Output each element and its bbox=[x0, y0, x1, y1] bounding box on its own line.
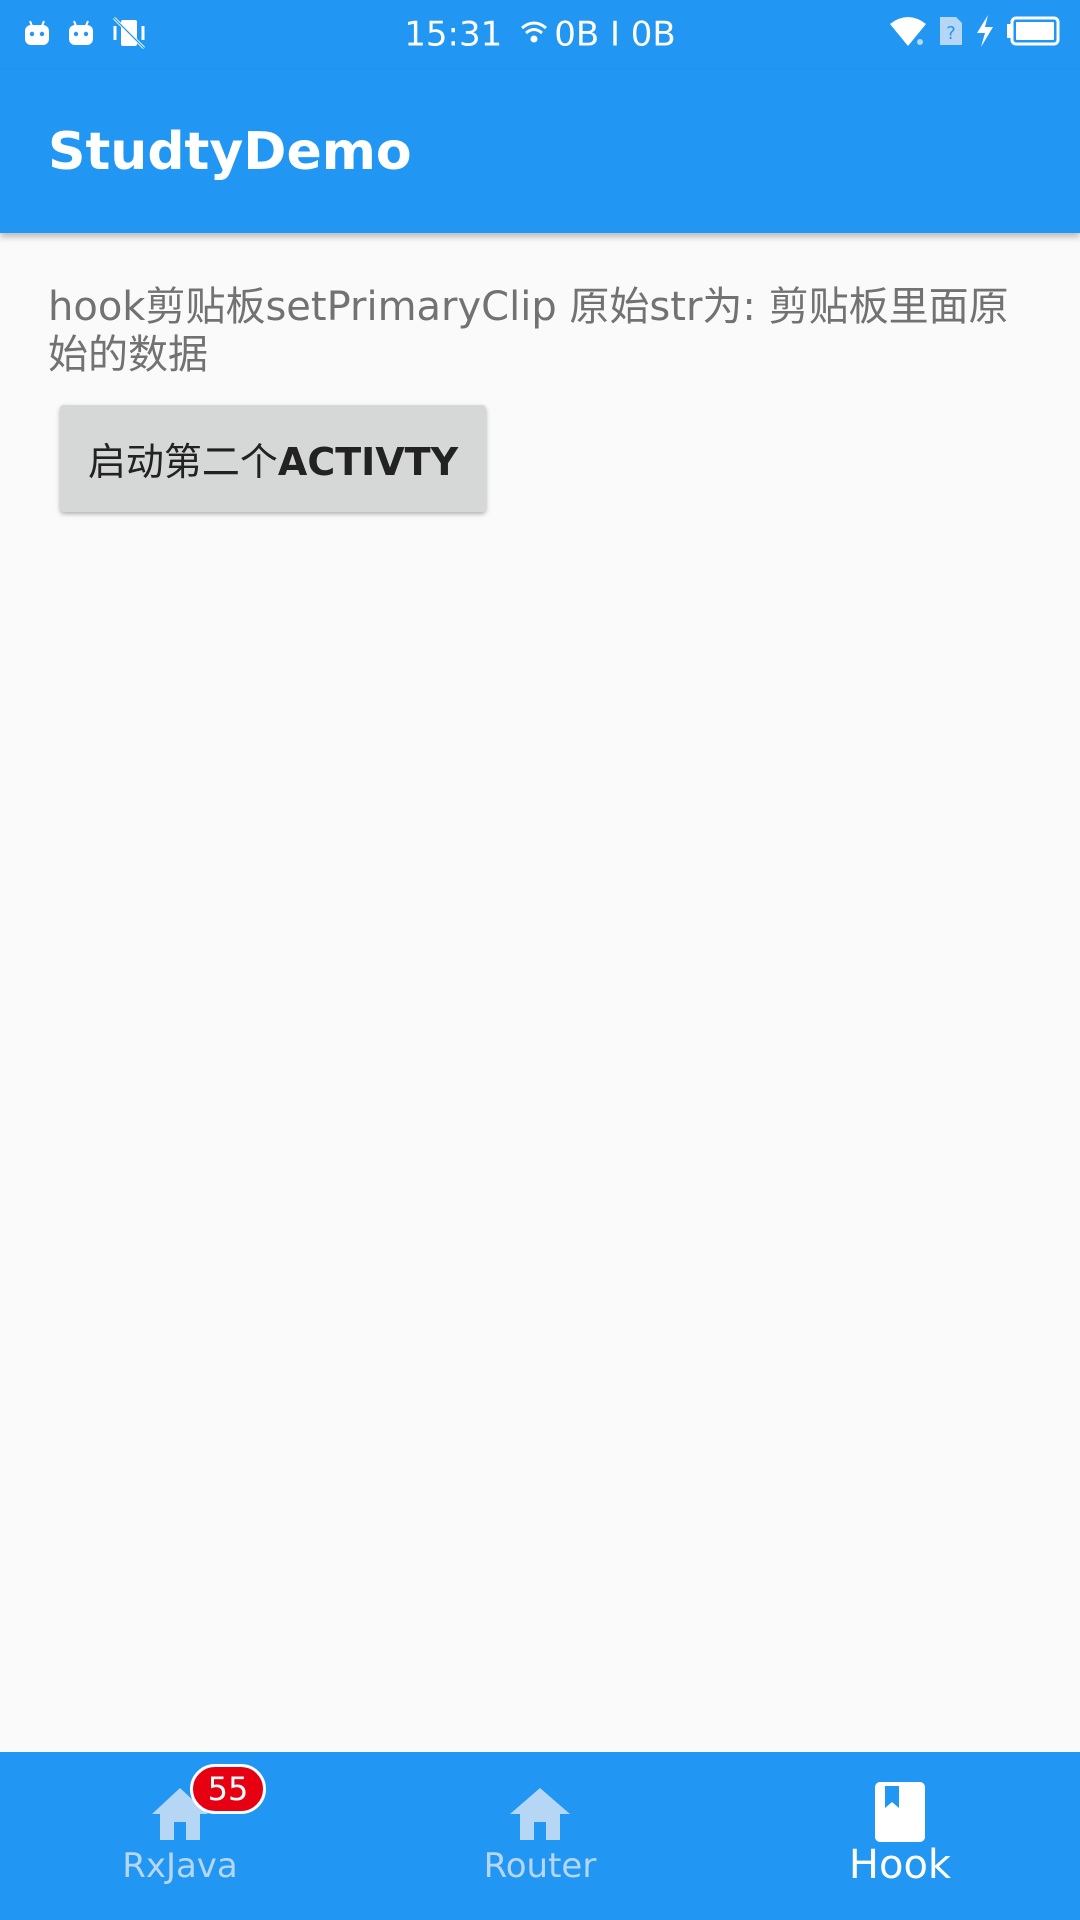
wifi-mini-icon bbox=[520, 10, 548, 58]
nav-item-router[interactable]: Router bbox=[360, 1752, 720, 1920]
charging-icon bbox=[974, 14, 996, 52]
svg-text:?: ? bbox=[946, 23, 956, 44]
start-second-activity-button[interactable]: 启动第二个ACTIVTY bbox=[60, 405, 486, 512]
home-icon bbox=[0, 1780, 360, 1850]
nav-item-hook[interactable]: Hook bbox=[720, 1752, 1080, 1920]
network-speed: 0B I 0B bbox=[554, 14, 676, 55]
clipboard-message: hook剪贴板setPrimaryClip 原始str为: 剪贴板里面原始的数据 bbox=[48, 284, 1009, 378]
status-time: 15:31 bbox=[404, 14, 503, 55]
nav-item-label: Router bbox=[483, 1846, 597, 1886]
notification-badge: 55 bbox=[190, 1764, 266, 1814]
wifi-icon bbox=[888, 14, 928, 52]
home-icon bbox=[360, 1780, 720, 1850]
app-title: StudtyDemo bbox=[48, 122, 412, 182]
button-label-cn: 启动第二个 bbox=[87, 440, 278, 484]
app-bar: StudtyDemo bbox=[0, 70, 1080, 233]
status-bar: 15:31 0B I 0B ? bbox=[0, 0, 1080, 70]
nav-item-rxjava[interactable]: 55 RxJava bbox=[0, 1752, 360, 1920]
button-label-en: ACTIVTY bbox=[277, 440, 459, 484]
main-content: hook剪贴板setPrimaryClip 原始str为: 剪贴板里面原始的数据 bbox=[48, 283, 1028, 379]
battery-icon bbox=[1006, 16, 1060, 50]
nav-item-label: RxJava bbox=[122, 1846, 238, 1886]
no-sim-icon: ? bbox=[938, 15, 964, 51]
nav-item-label: Hook bbox=[848, 1842, 952, 1888]
status-right-icons: ? bbox=[888, 14, 1060, 52]
book-icon bbox=[720, 1780, 1080, 1850]
bottom-nav: 55 RxJava Router Hook bbox=[0, 1752, 1080, 1920]
